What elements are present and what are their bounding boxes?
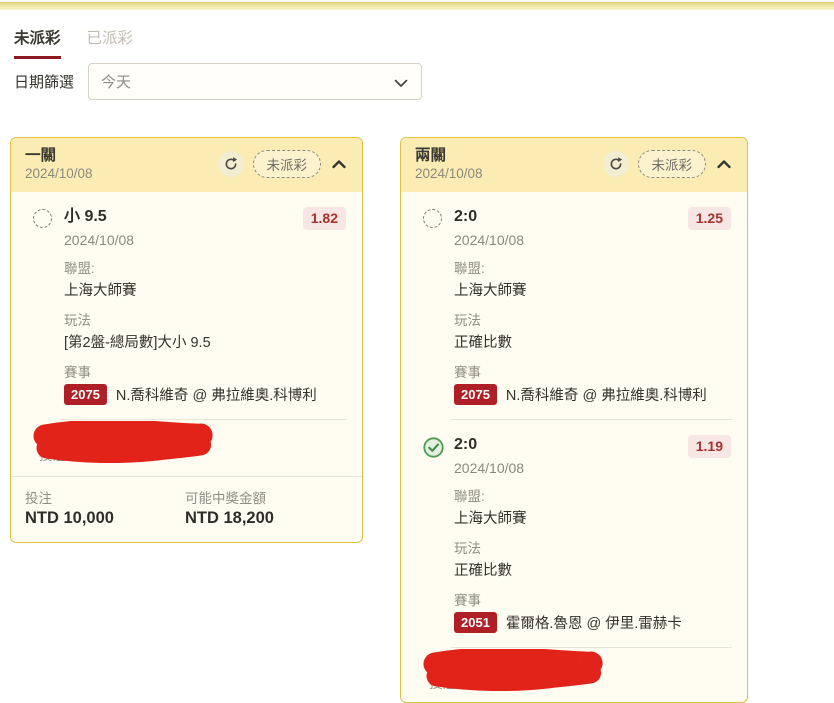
bet-card-header: 兩關 2024/10/08 未派彩 [401,138,747,192]
selection-content: 2:0 1.25 2024/10/08 聯盟: 上海大師賽 玩法 正確比數 賽事… [454,207,731,405]
odds-badge: 1.19 [688,435,731,458]
top-yellow-divider [0,2,834,10]
market-value: [第2盤-總局數]大小 9.5 [64,331,346,352]
status-badge[interactable]: 未派彩 [253,150,322,178]
selection-pick: 小 9.5 [64,207,107,227]
refresh-icon[interactable] [603,151,629,177]
selection-block: 2:0 1.19 2024/10/08 聯盟: 上海大師賽 玩法 正確比數 賽事… [401,420,747,648]
selection-date: 2024/10/08 [64,232,346,248]
selections: 2:0 1.25 2024/10/08 聯盟: 上海大師賽 玩法 正確比數 賽事… [401,192,747,648]
selection: 2:0 1.25 2024/10/08 聯盟: 上海大師賽 玩法 正確比數 賽事… [401,192,747,405]
event-number-badge: 2051 [454,612,497,633]
odds-badge: 1.82 [303,207,346,230]
dashed-circle-icon [33,209,52,228]
event-name: N.喬科維奇 @ 弗拉維奧.科博利 [116,384,317,405]
bet-card-footer: 投注 NTD 10,000 可能中獎金額 NTD 18,200 [11,476,362,542]
league-label: 聯盟: [454,257,731,277]
payout-column: 可能中獎金額 NTD 18,200 [185,487,274,528]
bet-id-area: 投注 ID: 1279130 [401,648,747,703]
status-badge[interactable]: 未派彩 [638,150,707,178]
bet-card-header: 一關 2024/10/08 未派彩 [11,138,362,192]
tab-unsettled[interactable]: 未派彩 [14,26,61,59]
refresh-icon[interactable] [218,151,244,177]
selection-block: 2:0 1.25 2024/10/08 聯盟: 上海大師賽 玩法 正確比數 賽事… [401,192,747,420]
bet-card-heading: 一關 2024/10/08 [25,146,93,183]
status-tabs: 未派彩 已派彩 [14,26,133,59]
selections: 小 9.5 1.82 2024/10/08 聯盟: 上海大師賽 玩法 [第2盤-… [11,192,362,420]
date-filter-select[interactable]: 今天 [88,63,422,100]
date-filter-value: 今天 [101,71,131,92]
bet-card-heading: 兩關 2024/10/08 [415,146,483,183]
bet-card: 兩關 2024/10/08 未派彩 [400,137,748,703]
league-value: 上海大師賽 [64,279,346,300]
event-name: 霍爾格.魯恩 @ 伊里.雷赫卡 [506,612,682,633]
date-filter-label: 日期篩選 [14,71,74,92]
event-label: 賽事 [64,361,346,381]
selection-status-icon-col [423,209,443,405]
market-value: 正確比數 [454,559,731,580]
stake-value: NTD 10,000 [25,509,185,528]
league-label: 聯盟: [454,485,731,505]
league-value: 上海大師賽 [454,279,731,300]
red-marker-scribble-icon [29,421,215,468]
selection-content: 2:0 1.19 2024/10/08 聯盟: 上海大師賽 玩法 正確比數 賽事… [454,435,731,633]
bet-type-title: 兩關 [415,146,483,165]
bet-type-title: 一關 [25,146,93,165]
event-name: N.喬科維奇 @ 弗拉維奧.科博利 [506,384,707,405]
selection-title-row: 2:0 1.25 [454,207,731,230]
league-value: 上海大師賽 [454,507,731,528]
market-value: 正確比數 [454,331,731,352]
market-label: 玩法 [64,309,346,329]
selection-status-icon-col [33,209,53,405]
bet-date: 2024/10/08 [25,165,93,183]
event-label: 賽事 [454,589,731,609]
selection-status-icon-col [423,437,443,633]
event-row: 2075 N.喬科維奇 @ 弗拉維奧.科博利 [64,384,346,405]
tab-settled[interactable]: 已派彩 [87,26,134,59]
stake-label: 投注 [25,487,185,507]
selection-content: 小 9.5 1.82 2024/10/08 聯盟: 上海大師賽 玩法 [第2盤-… [64,207,346,405]
selection: 小 9.5 1.82 2024/10/08 聯盟: 上海大師賽 玩法 [第2盤-… [11,192,362,405]
bet-card-header-actions: 未派彩 [218,150,349,178]
event-number-badge: 2075 [454,384,497,405]
bet-history-page: 未派彩 已派彩 日期篩選 今天 一關 2024/10/08 [0,0,834,703]
red-marker-scribble-icon [419,649,605,696]
payout-value: NTD 18,200 [185,509,274,528]
chevron-up-icon[interactable] [715,157,733,171]
event-number-badge: 2075 [64,384,107,405]
selection-pick: 2:0 [454,435,477,455]
date-filter-row: 日期篩選 今天 [14,63,422,100]
bet-card: 一關 2024/10/08 未派彩 [10,137,363,543]
selection-pick: 2:0 [454,207,477,227]
selection-date: 2024/10/08 [454,232,731,248]
selection-block: 小 9.5 1.82 2024/10/08 聯盟: 上海大師賽 玩法 [第2盤-… [11,192,362,420]
odds-badge: 1.25 [688,207,731,230]
dashed-circle-icon [423,209,442,228]
bet-id-area: 投注 ID: 1279200 [11,420,362,476]
selection-title-row: 2:0 1.19 [454,435,731,458]
selection-title-row: 小 9.5 1.82 [64,207,346,230]
green-check-icon [423,445,444,462]
selection: 2:0 1.19 2024/10/08 聯盟: 上海大師賽 玩法 正確比數 賽事… [401,420,747,633]
payout-label: 可能中獎金額 [185,487,274,507]
event-row: 2075 N.喬科維奇 @ 弗拉維奧.科博利 [454,384,731,405]
league-label: 聯盟: [64,257,346,277]
stake-column: 投注 NTD 10,000 [25,487,185,528]
chevron-down-icon [393,75,409,96]
market-label: 玩法 [454,537,731,557]
chevron-up-icon[interactable] [330,157,348,171]
event-label: 賽事 [454,361,731,381]
bet-card-header-actions: 未派彩 [603,150,734,178]
selection-date: 2024/10/08 [454,460,731,476]
market-label: 玩法 [454,309,731,329]
bet-date: 2024/10/08 [415,165,483,183]
event-row: 2051 霍爾格.魯恩 @ 伊里.雷赫卡 [454,612,731,633]
